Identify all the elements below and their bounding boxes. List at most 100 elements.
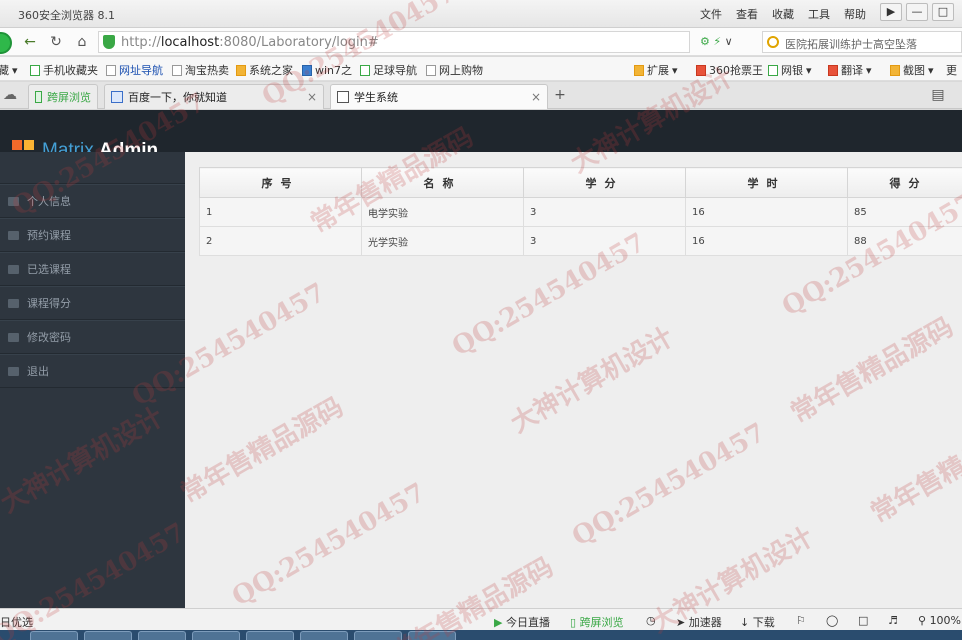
column-header-index[interactable]: 序号 [199,167,362,198]
cell-credit: 3 [523,197,686,227]
football-icon [360,64,370,76]
menu-file[interactable]: 文件 [700,6,722,22]
bookmark-extensions[interactable]: 扩展 ▾ [634,62,678,78]
new-tab-icon[interactable]: + [550,85,570,105]
main-content: 序号 名称 学分 学时 得分 1 电学实验 3 16 85 2 光学实验 3 1… [185,152,962,608]
bookmark-system-home[interactable]: 系统之家 [236,62,293,78]
close-tab-icon[interactable]: × [307,90,317,104]
sidebar-item-course-scores[interactable]: 课程得分 [0,286,185,320]
status-promo[interactable]: 日优选 [0,614,33,630]
bookmark-bank[interactable]: 网银 ▾ [768,62,812,78]
flag-icon [8,264,19,274]
taskbar-button[interactable] [246,631,294,640]
sidebar-item-selected-courses[interactable]: 已选课程 [0,252,185,286]
page-icon [106,64,116,76]
status-live[interactable]: ▶ 今日直播 [494,614,550,630]
column-header-name[interactable]: 名称 [361,167,524,198]
sidebar-item-profile[interactable]: 个人信息 [0,184,185,218]
minimize-button[interactable]: — [906,3,928,21]
taskbar-button[interactable] [408,631,456,640]
speed-icon[interactable]: ◷ [646,614,656,627]
status-cross-screen[interactable]: ▯ 跨屏浏览 [570,614,624,630]
table-row: 2 光学实验 3 16 88 [199,226,962,256]
taskbar-button[interactable] [30,631,78,640]
taskbar-button[interactable] [354,631,402,640]
sidebar-item-change-password[interactable]: 修改密码 [0,320,185,354]
bookmark-ticket[interactable]: 360抢票王 [696,62,763,78]
compat-mode-icon[interactable]: ⚙ [700,35,710,48]
bookmark-favorites[interactable]: 藏 ▾ [0,62,18,78]
menu-tools[interactable]: 工具 [808,6,830,22]
column-header-hours[interactable]: 学时 [685,167,848,198]
status-accelerator[interactable]: ➤ 加速器 [676,614,722,630]
system-home-icon [236,64,246,76]
cell-name: 光学实验 [361,226,524,256]
tab-menu-icon[interactable]: ▤ [928,85,948,105]
ie-icon[interactable]: ◯ [826,614,838,627]
back-icon[interactable]: ← [20,32,40,52]
bookmark-more[interactable]: 更 [946,62,957,78]
address-bar[interactable]: http://localhost:8080/Laboratory/login# [98,31,690,53]
lightning-icon[interactable]: ⚡ [713,35,721,48]
status-zoom[interactable]: ⚲ 100% [918,614,961,627]
cell-name: 电学实验 [361,197,524,227]
table-row: 1 电学实验 3 16 85 [199,197,962,227]
cell-credit: 3 [523,226,686,256]
inbox-icon [8,196,19,206]
taskbar-button[interactable] [192,631,240,640]
volume-icon[interactable]: ♬ [888,614,898,627]
browser-nav-bar: ← ↻ ⌂ http://localhost:8080/Laboratory/l… [0,28,962,56]
taskbar-button[interactable] [84,631,132,640]
tab-cross-screen[interactable]: 跨屏浏览 [28,84,98,109]
tab-baidu[interactable]: 百度一下，你就知道 × [104,84,324,109]
dropdown-icon[interactable]: ∨ [725,35,733,48]
bookmark-url-nav[interactable]: 网址导航 [106,62,163,78]
column-header-credit[interactable]: 学分 [523,167,686,198]
bookmark-win7[interactable]: win7之 [302,62,352,78]
column-header-score[interactable]: 得分 [847,167,962,198]
address-actions: ⚙ ⚡ ∨ [700,35,733,48]
search-box[interactable]: 医院拓展训练护士高空坠落 [762,31,962,53]
restore-tab-icon[interactable]: ☁ [0,85,20,105]
home-icon[interactable]: ⌂ [72,32,92,52]
close-tab-icon[interactable]: × [531,90,541,104]
menu-help[interactable]: 帮助 [844,6,866,22]
scissors-icon [890,64,900,76]
taskbar-button[interactable] [138,631,186,640]
bookmark-football[interactable]: 足球导航 [360,62,417,78]
chart-icon [337,91,349,103]
refresh-icon[interactable]: ↻ [46,32,66,52]
cell-hours: 16 [685,197,848,227]
bookmark-shopping[interactable]: 网上购物 [426,62,483,78]
os-taskbar [0,630,962,640]
menu-favorites[interactable]: 收藏 [772,6,794,22]
download-icon: ↓ [740,616,750,629]
sidebar-item-book-course[interactable]: 预约课程 [0,218,185,252]
taskbar-button[interactable] [300,631,348,640]
translate-icon [828,64,838,76]
bookmark-icon[interactable]: ⚐ [796,614,806,627]
phone-icon [35,91,42,103]
menu-view[interactable]: 查看 [736,6,758,22]
status-download[interactable]: ↓ 下载 [740,614,775,630]
magnet-icon [8,332,19,342]
tab-student-system[interactable]: 学生系统 × [330,84,548,109]
bookmark-taobao[interactable]: 淘宝热卖 [172,62,229,78]
security-shield-icon [103,35,115,49]
group-icon [8,230,19,240]
browser-logo-icon [0,32,12,54]
bookmark-translate[interactable]: 翻译 ▾ [828,62,872,78]
extensions-icon [634,64,644,76]
sidebar-item-logout[interactable]: 退出 [0,354,185,388]
maximize-button[interactable]: □ [932,3,954,21]
bookmark-mobile-favorites[interactable]: 手机收藏夹 [30,62,98,78]
ticket-icon [696,64,706,76]
search-icon [767,36,779,48]
phone-icon: ▯ [570,616,577,629]
page-icon [172,64,182,76]
skin-icon[interactable]: ▶ [880,3,902,21]
bookmark-screenshot[interactable]: 截图 ▾ [890,62,934,78]
search-suggestion: 医院拓展训练护士高空坠落 [785,38,917,51]
cell-index: 2 [199,226,362,256]
window-icon[interactable]: □ [858,614,868,627]
